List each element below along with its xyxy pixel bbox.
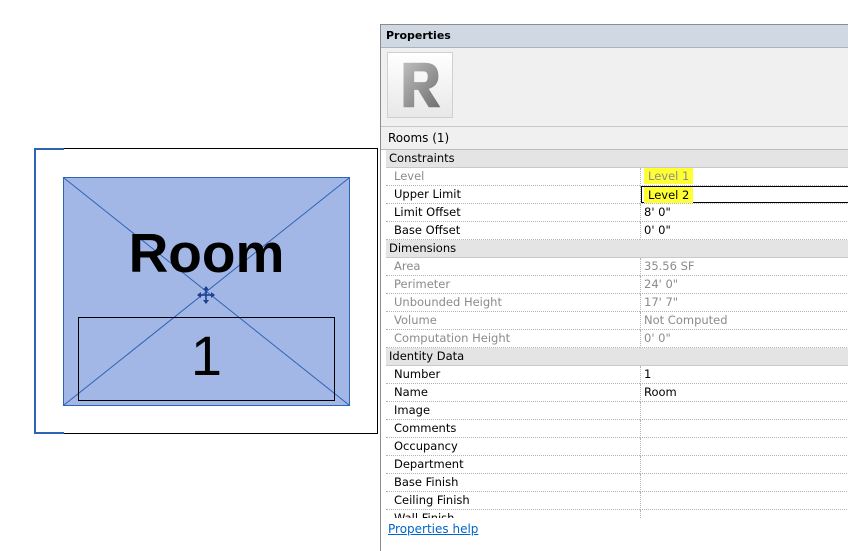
property-row: Level Level 1 (386, 168, 848, 186)
property-value[interactable] (640, 456, 848, 474)
property-name: Computation Height (386, 330, 640, 348)
group-header-dimensions[interactable]: Dimensions (386, 240, 848, 258)
property-row: Number 1 (386, 366, 848, 384)
property-row: Occupancy (386, 438, 848, 456)
property-row: Department (386, 456, 848, 474)
property-row: Base Finish (386, 474, 848, 492)
group-header-identity-data[interactable]: Identity Data (386, 348, 848, 366)
room-tag-number: 1 (190, 324, 223, 387)
property-value[interactable] (640, 510, 848, 518)
property-value[interactable] (640, 420, 848, 438)
property-name: Ceiling Finish (386, 492, 640, 510)
property-value-text: Not Computed (644, 313, 728, 327)
property-row: Limit Offset 8' 0" (386, 204, 848, 222)
room-tag-name: Room (128, 222, 285, 284)
property-name: Volume (386, 312, 640, 330)
property-value-text: Level 2 (644, 187, 694, 203)
property-row: Image (386, 402, 848, 420)
property-value[interactable]: 0' 0" (640, 222, 848, 240)
property-value: 17' 7" (640, 294, 848, 312)
property-value[interactable]: Room (640, 384, 848, 402)
property-value[interactable] (640, 474, 848, 492)
properties-grid: Constraints Level Level 1 Upper Limit Level … (386, 150, 848, 518)
property-row: Base Offset 0' 0" (386, 222, 848, 240)
property-value-text: Level 1 (644, 168, 694, 184)
property-value-text: Room (644, 385, 677, 399)
property-value[interactable]: Level 2 (640, 186, 848, 204)
property-row: Unbounded Height 17' 7" (386, 294, 848, 312)
property-value[interactable] (640, 438, 848, 456)
property-name: Comments (386, 420, 640, 438)
property-row: Perimeter 24' 0" (386, 276, 848, 294)
move-icon[interactable] (197, 286, 215, 304)
revit-logo-icon (387, 52, 453, 118)
group-header-constraints[interactable]: Constraints (386, 150, 848, 168)
property-value-text: 17' 7" (644, 295, 679, 309)
properties-help-link[interactable]: Properties help (388, 522, 478, 536)
property-value[interactable]: 1 (640, 366, 848, 384)
property-row: Ceiling Finish (386, 492, 848, 510)
property-edit-field[interactable]: Level 2 (641, 186, 848, 203)
properties-title[interactable]: Properties (381, 25, 848, 48)
property-name: Name (386, 384, 640, 402)
property-value-text: 1 (644, 367, 652, 381)
property-name: Limit Offset (386, 204, 640, 222)
property-value: 24' 0" (640, 276, 848, 294)
property-row: Wall Finish (386, 510, 848, 518)
property-name: Upper Limit (386, 186, 640, 204)
property-value: Not Computed (640, 312, 848, 330)
properties-palette: Properties Rooms (1) Constraints Level Lev… (380, 24, 848, 551)
property-name: Unbounded Height (386, 294, 640, 312)
property-value: 35.56 SF (640, 258, 848, 276)
property-row: Name Room (386, 384, 848, 402)
property-value-text: 0' 0" (644, 223, 671, 237)
drawing-canvas[interactable]: Room 1 (34, 148, 378, 434)
property-name: Occupancy (386, 438, 640, 456)
selection-bracket (34, 148, 64, 434)
property-name: Area (386, 258, 640, 276)
property-value-text: 0' 0" (644, 331, 671, 345)
room-tag-number-box: 1 (78, 317, 335, 401)
instance-selector[interactable]: Rooms (1) (381, 127, 848, 150)
property-value: 0' 0" (640, 330, 848, 348)
type-selector[interactable] (381, 48, 848, 127)
property-value-text: 35.56 SF (644, 259, 695, 273)
property-row: Area 35.56 SF (386, 258, 848, 276)
property-value-text: 8' 0" (644, 205, 671, 219)
property-value[interactable]: 8' 0" (640, 204, 848, 222)
property-name: Base Offset (386, 222, 640, 240)
property-value-text: 24' 0" (644, 277, 679, 291)
property-row: Volume Not Computed (386, 312, 848, 330)
property-name: Number (386, 366, 640, 384)
property-name: Perimeter (386, 276, 640, 294)
property-name: Department (386, 456, 640, 474)
room-element[interactable]: Room 1 (63, 177, 350, 406)
property-name: Base Finish (386, 474, 640, 492)
property-name: Level (386, 168, 640, 186)
property-row: Upper Limit Level 2 (386, 186, 848, 204)
property-value[interactable] (640, 492, 848, 510)
property-name: Image (386, 402, 640, 420)
property-value: Level 1 (640, 168, 848, 186)
property-row: Computation Height 0' 0" (386, 330, 848, 348)
property-row: Comments (386, 420, 848, 438)
property-value[interactable] (640, 402, 848, 420)
property-name: Wall Finish (386, 510, 640, 518)
